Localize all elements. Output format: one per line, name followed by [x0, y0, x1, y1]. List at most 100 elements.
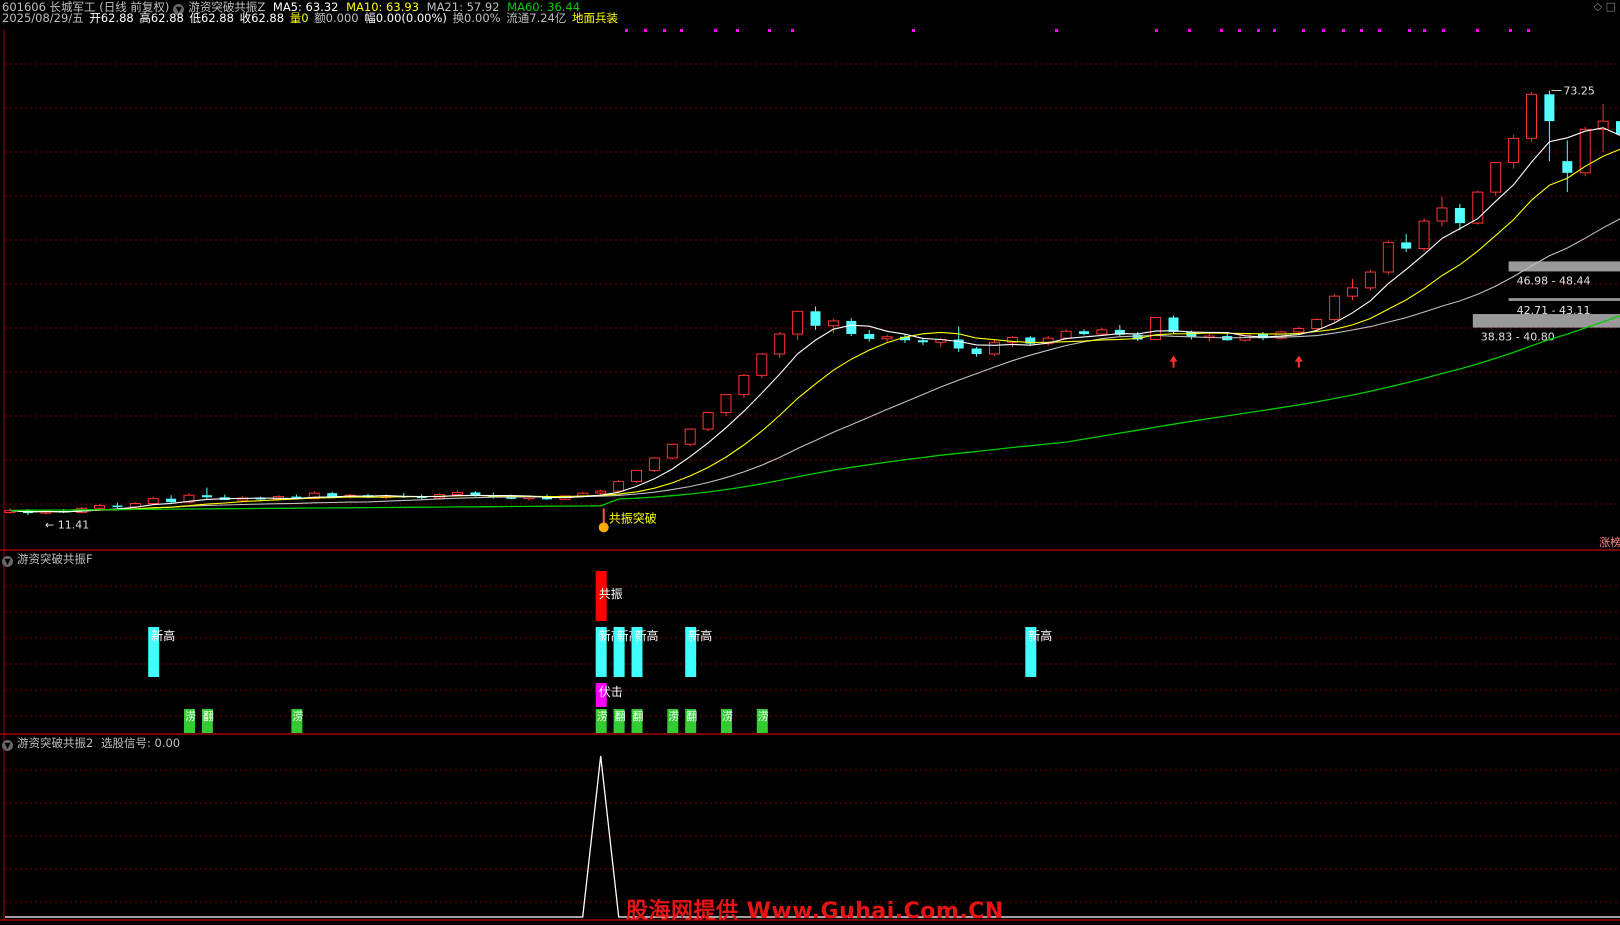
candle-body [595, 490, 607, 494]
signal-bar-label: 新高 [635, 628, 659, 643]
signal-dot [714, 29, 717, 32]
candle-body [1616, 121, 1620, 135]
signal-bar-label: 翻 [615, 709, 626, 723]
signal-dot [912, 29, 915, 32]
candle-body [792, 310, 804, 335]
event-badge: 涨榜 [1599, 535, 1620, 549]
window-controls[interactable]: ◇ □ [1594, 0, 1616, 13]
panel3-header: ▼ 游资突破共振2 选股信号: 0.00 [2, 736, 184, 751]
candle-body [810, 311, 821, 326]
signal-dot [768, 29, 771, 32]
sector[interactable]: 地面兵装 [572, 11, 618, 25]
candle-body [1329, 295, 1341, 321]
high: 高62.88 [139, 11, 184, 25]
panel2-title[interactable]: 游资突破共振F [17, 552, 93, 566]
panel3-menu-icon[interactable]: ▼ [2, 740, 13, 751]
signal-dot [1322, 29, 1325, 32]
signal-dot [1302, 29, 1305, 32]
up-arrow-icon [1294, 355, 1303, 368]
candle-body [1168, 317, 1179, 332]
candle-body [1364, 271, 1376, 289]
candle-body [1490, 161, 1502, 193]
candle-body [1079, 331, 1089, 335]
watermark-text: 股海网提供 Www.Guhai.Com.CN [626, 899, 1004, 924]
ma21-line [9, 218, 1620, 513]
signal-dot [736, 29, 739, 32]
signal-dot [1273, 29, 1276, 32]
panel3-title[interactable]: 游资突破共振2 [17, 736, 93, 750]
signal-dot [1509, 29, 1512, 32]
signal-dot [1476, 29, 1479, 32]
panel2-header: ▼ 游资突破共振F [2, 552, 97, 567]
signal-dot [1238, 29, 1241, 32]
candle-body [1311, 319, 1323, 330]
amount: 额0.000 [314, 11, 359, 25]
signal-bar-label: 涝 [185, 710, 196, 723]
signal-dot [1188, 29, 1191, 32]
price-zone [1472, 314, 1620, 328]
signal-dot [644, 29, 647, 32]
candle-body [1382, 241, 1394, 273]
candle-body [1401, 242, 1412, 249]
candle-body [827, 320, 839, 327]
signal-dot [1055, 29, 1058, 32]
candle-body [1150, 316, 1162, 341]
signal-dot [1408, 29, 1411, 32]
signal-dot [791, 29, 794, 32]
signal-bar-label: 涝 [597, 710, 608, 723]
signal-dot [1342, 29, 1345, 32]
signal-bar-label: 共振 [599, 587, 623, 601]
candle-body [756, 353, 768, 376]
candle-body [112, 505, 123, 508]
signal-bar-label: 翻 [686, 709, 697, 723]
signal-dot [663, 29, 666, 32]
high-label: 73.25 [1563, 85, 1595, 98]
signal-dot [1442, 29, 1445, 32]
signal-dot [625, 29, 628, 32]
candle-body [774, 333, 786, 355]
signal-dot [1527, 29, 1530, 32]
candle-body [720, 394, 732, 414]
stock-chart[interactable]: 46.98 - 48.4442.71 - 43.1138.83 - 40.807… [0, 0, 1620, 922]
candle-body [1096, 329, 1108, 335]
signal-bar-label: 翻 [633, 709, 644, 723]
signal-bar-label: 翻 [203, 709, 214, 723]
panel2-menu-icon[interactable]: ▼ [2, 556, 13, 567]
signal-bar-label: 涝 [292, 710, 303, 723]
low: 低62.88 [189, 11, 234, 25]
candle-body [1436, 207, 1448, 222]
candle-body [1544, 94, 1555, 122]
breakout-label: 共振突破 [609, 510, 657, 525]
close: 收62.88 [239, 11, 285, 25]
candle-body [1454, 207, 1465, 224]
header-row-2: 2025/08/29/五 开62.88 高62.88 低62.88 收62.88… [2, 11, 622, 25]
candle-body [648, 457, 660, 471]
candle-body [1418, 220, 1430, 250]
float-shares: 流通7.24亿 [506, 11, 567, 25]
candle-body [327, 493, 338, 497]
signal-dot [1360, 29, 1363, 32]
signal-dot [1257, 29, 1260, 32]
candle-body [631, 469, 642, 482]
signal-bar-label: 涝 [758, 710, 769, 723]
candle-body [1293, 328, 1305, 333]
open: 开62.88 [89, 11, 134, 25]
signal-bar-label: 伏击 [599, 685, 623, 699]
candle-body [702, 412, 714, 430]
candle-body [917, 340, 928, 343]
candle-body [738, 374, 750, 396]
signal-dot [1220, 29, 1223, 32]
candle-body [1526, 93, 1537, 139]
change: 幅0.00(0.00%) [364, 11, 447, 25]
signal-bar-label: 新高 [1028, 628, 1052, 643]
candle-body [1060, 330, 1072, 339]
price-zone-label: 46.98 - 48.44 [1517, 274, 1591, 287]
candle-body [166, 498, 177, 503]
candle-body [147, 498, 159, 504]
candle-body [864, 334, 875, 339]
candle-body [613, 480, 625, 492]
signal-bar-label: 涝 [668, 710, 679, 723]
candle-body [1508, 137, 1520, 163]
signal-bar-label: 新高 [688, 628, 712, 643]
turnover: 换0.00% [452, 11, 501, 25]
